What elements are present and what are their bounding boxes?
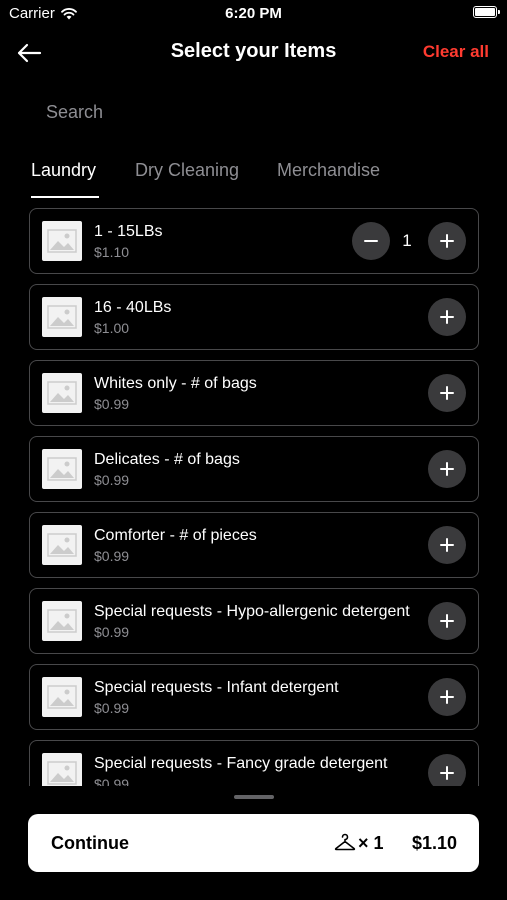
item-thumbnail bbox=[42, 373, 82, 413]
item-name: Comforter - # of pieces bbox=[94, 527, 257, 544]
status-time: 6:20 PM bbox=[225, 5, 282, 22]
list-item: Special requests - Hypo-allergenic deter… bbox=[29, 588, 479, 654]
item-name: Special requests - Infant detergent bbox=[94, 679, 339, 696]
item-thumbnail bbox=[42, 297, 82, 337]
item-thumbnail bbox=[42, 221, 82, 261]
item-name: 1 - 15LBs bbox=[94, 223, 163, 240]
item-price: $0.99 bbox=[94, 472, 130, 488]
status-bar: Carrier 6:20 PM bbox=[0, 0, 507, 28]
item-thumbnail bbox=[42, 677, 82, 717]
item-name: 16 - 40LBs bbox=[94, 299, 172, 316]
item-thumbnail bbox=[42, 753, 82, 786]
plus-icon bbox=[440, 766, 454, 780]
image-placeholder-icon bbox=[47, 761, 77, 785]
nav-bar: Select your Items Clear all bbox=[0, 32, 507, 72]
image-placeholder-icon bbox=[47, 533, 77, 557]
add-button[interactable] bbox=[428, 374, 466, 412]
list-item: 1 - 15LBs $1.10 1 bbox=[29, 208, 479, 274]
plus-icon bbox=[440, 690, 454, 704]
minus-icon bbox=[364, 240, 378, 242]
search-input[interactable] bbox=[30, 96, 470, 128]
list-item: Delicates - # of bags $0.99 bbox=[29, 436, 479, 502]
item-quantity: 1 bbox=[402, 231, 412, 250]
continue-label: Continue bbox=[51, 833, 129, 853]
plus-icon bbox=[440, 386, 454, 400]
item-count: × 1 bbox=[358, 833, 384, 853]
list-item: 16 - 40LBs $1.00 bbox=[29, 284, 479, 350]
list-item: Whites only - # of bags $0.99 bbox=[29, 360, 479, 426]
item-thumbnail bbox=[42, 449, 82, 489]
active-tab-indicator bbox=[31, 196, 99, 198]
list-item: Special requests - Fancy grade detergent… bbox=[29, 740, 479, 786]
item-name: Special requests - Fancy grade detergent bbox=[94, 755, 388, 772]
add-button[interactable] bbox=[428, 602, 466, 640]
tab-laundry[interactable]: Laundry bbox=[31, 160, 96, 181]
list-item: Special requests - Infant detergent $0.9… bbox=[29, 664, 479, 730]
tab-dry-cleaning[interactable]: Dry Cleaning bbox=[135, 160, 239, 181]
image-placeholder-icon bbox=[47, 685, 77, 709]
increase-button[interactable] bbox=[428, 222, 466, 260]
image-placeholder-icon bbox=[47, 381, 77, 405]
item-price: $0.99 bbox=[94, 624, 130, 640]
add-button[interactable] bbox=[428, 526, 466, 564]
item-name: Delicates - # of bags bbox=[94, 451, 240, 468]
image-placeholder-icon bbox=[47, 229, 77, 253]
order-total: $1.10 bbox=[411, 833, 457, 853]
item-price: $1.00 bbox=[94, 320, 130, 336]
image-placeholder-icon bbox=[47, 457, 77, 481]
sheet-drag-handle[interactable] bbox=[234, 795, 274, 799]
add-button[interactable] bbox=[428, 678, 466, 716]
plus-icon bbox=[440, 462, 454, 476]
list-item: Comforter - # of pieces $0.99 bbox=[29, 512, 479, 578]
plus-icon bbox=[440, 538, 454, 552]
item-price: $0.99 bbox=[94, 396, 130, 412]
item-price: $1.10 bbox=[94, 244, 130, 260]
decrease-button[interactable] bbox=[352, 222, 390, 260]
plus-icon bbox=[440, 310, 454, 324]
plus-icon bbox=[440, 234, 454, 248]
image-placeholder-icon bbox=[47, 305, 77, 329]
item-price: $0.99 bbox=[94, 776, 130, 786]
hanger-icon bbox=[334, 833, 356, 851]
tab-merchandise[interactable]: Merchandise bbox=[277, 160, 380, 181]
item-thumbnail bbox=[42, 601, 82, 641]
item-price: $0.99 bbox=[94, 548, 130, 564]
clear-all-button[interactable]: Clear all bbox=[423, 42, 489, 62]
item-name: Whites only - # of bags bbox=[94, 375, 257, 392]
item-thumbnail bbox=[42, 525, 82, 565]
continue-button[interactable]: Continue × 1 $1.10 bbox=[28, 814, 479, 872]
add-button[interactable] bbox=[428, 754, 466, 786]
plus-icon bbox=[440, 614, 454, 628]
category-tabs: Laundry Dry Cleaning Merchandise bbox=[0, 158, 507, 202]
item-price: $0.99 bbox=[94, 700, 130, 716]
add-button[interactable] bbox=[428, 298, 466, 336]
battery-icon bbox=[473, 6, 500, 18]
add-button[interactable] bbox=[428, 450, 466, 488]
item-list: 1 - 15LBs $1.10 1 16 - 40LBs $1.00 White… bbox=[0, 208, 507, 786]
item-name: Special requests - Hypo-allergenic deter… bbox=[94, 603, 410, 620]
image-placeholder-icon bbox=[47, 609, 77, 633]
